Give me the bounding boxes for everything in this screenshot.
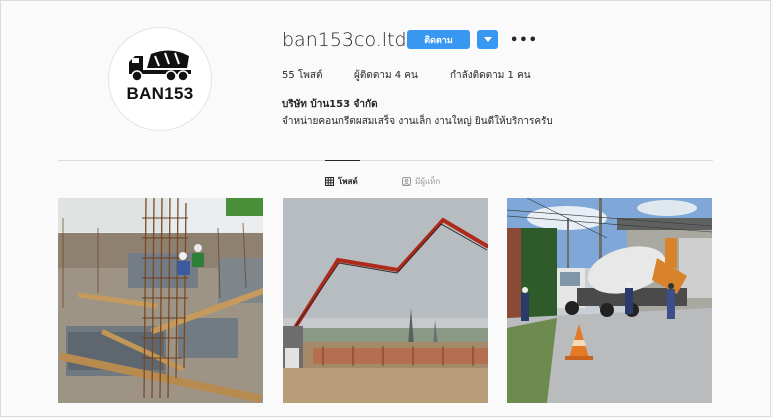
brand-text: BAN153 bbox=[126, 84, 194, 103]
followers-count[interactable]: ผู้ติดตาม 4 คน bbox=[354, 68, 418, 83]
concrete-pump-photo bbox=[283, 198, 488, 403]
suggestions-dropdown-button[interactable] bbox=[477, 30, 498, 49]
tabs-divider bbox=[58, 160, 713, 161]
post-thumbnail-3[interactable] bbox=[507, 198, 712, 403]
profile-full-name: บริษัท บ้าน153 จำกัด bbox=[282, 99, 378, 110]
mixer-truck-photo bbox=[507, 198, 712, 403]
post-thumbnail-2[interactable] bbox=[283, 198, 488, 403]
mixer-truck-logo-icon bbox=[129, 50, 191, 82]
posts-count: 55 โพสต์ bbox=[282, 70, 323, 81]
grid-icon bbox=[325, 177, 334, 186]
construction-site-photo bbox=[58, 198, 263, 403]
follow-button[interactable]: ติดตาม bbox=[407, 30, 470, 49]
tab-tagged-label: มีผู้แท็ก bbox=[415, 177, 441, 186]
more-options-icon[interactable]: ••• bbox=[510, 33, 538, 48]
tab-tagged[interactable]: มีผู้แท็ก bbox=[402, 175, 440, 188]
tab-posts-label: โพสต์ bbox=[338, 177, 358, 186]
tagged-icon bbox=[402, 177, 411, 186]
tab-posts[interactable]: โพสต์ bbox=[325, 175, 358, 188]
profile-username: ban153co.ltd bbox=[282, 29, 407, 51]
profile-avatar[interactable]: BAN153 bbox=[108, 27, 212, 131]
profile-bio: จำหน่ายคอนกรีตผสมเสร็จ งานเล็ก งานใหญ่ ย… bbox=[282, 116, 553, 127]
active-tab-indicator bbox=[325, 160, 360, 161]
chevron-down-icon bbox=[483, 36, 492, 42]
following-count[interactable]: กำลังติดตาม 1 คน bbox=[450, 68, 531, 83]
post-thumbnail-1[interactable] bbox=[58, 198, 263, 403]
